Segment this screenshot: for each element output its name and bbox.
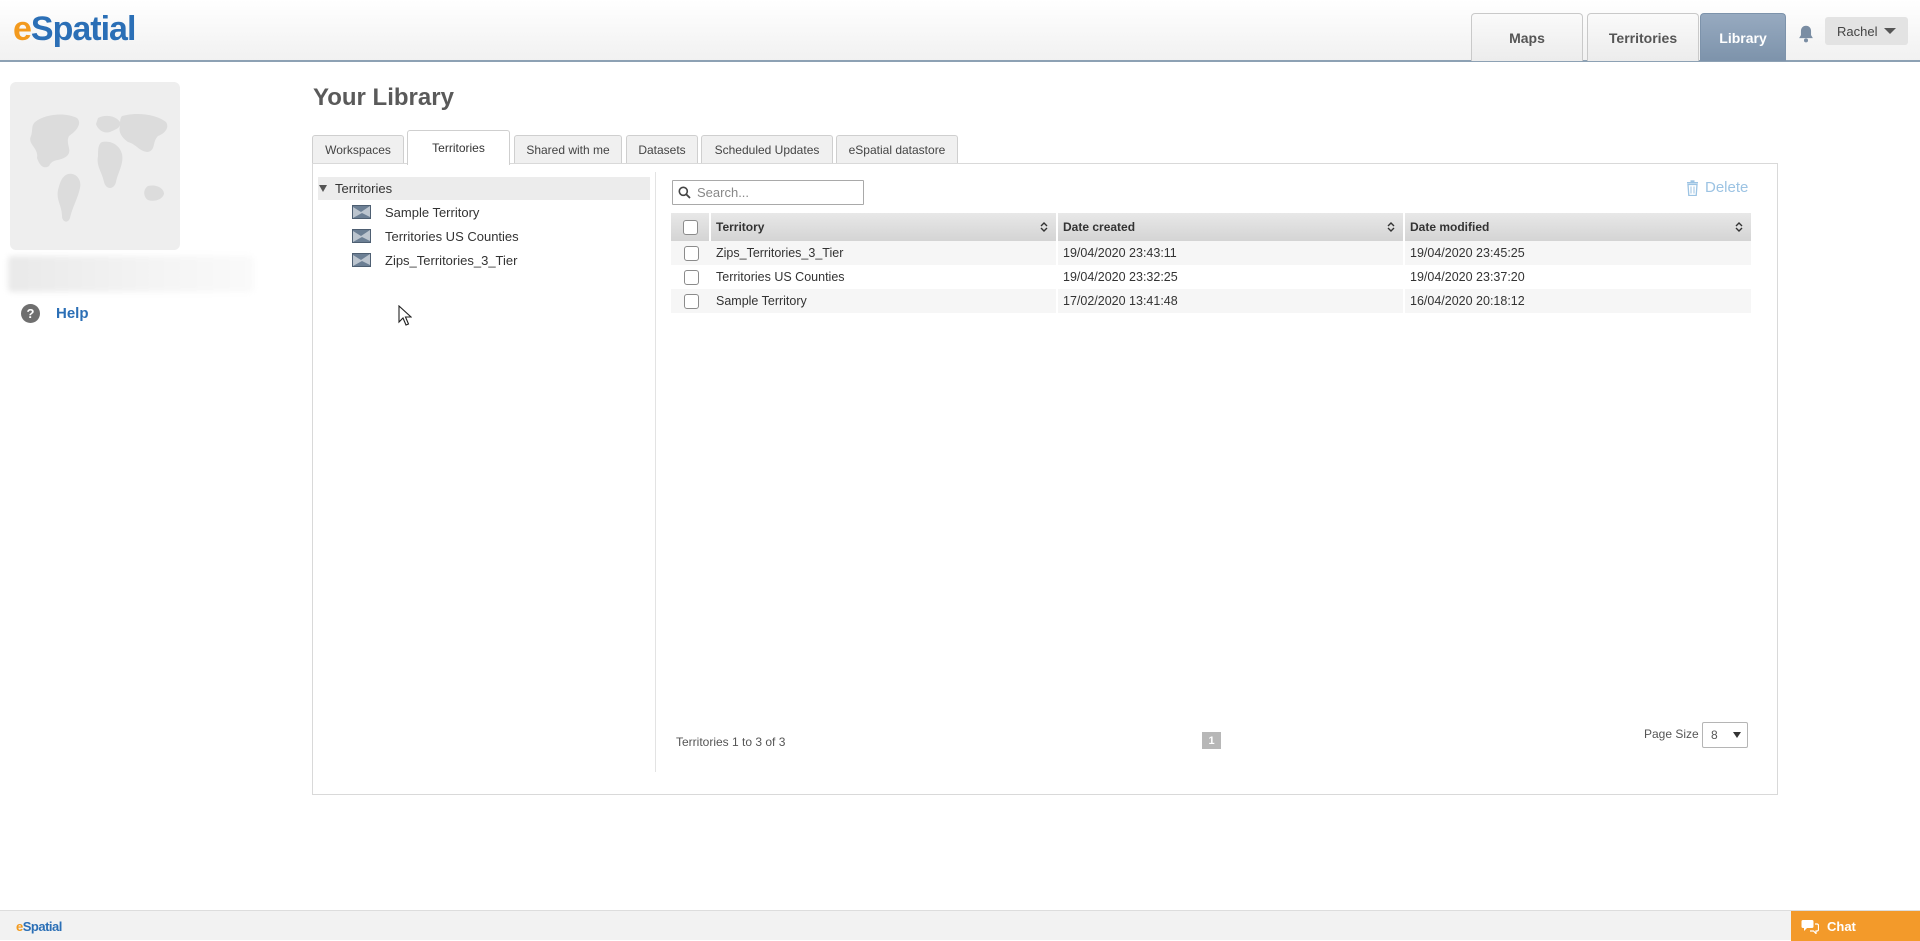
territory-icon [352, 205, 371, 219]
user-name: Rachel [1837, 23, 1878, 39]
table-row[interactable]: Zips_Territories_3_Tier 19/04/2020 23:43… [671, 241, 1751, 265]
panel-divider[interactable] [655, 172, 656, 772]
tab-territories[interactable]: Territories [407, 130, 510, 165]
mouse-cursor-icon [398, 305, 412, 326]
profile-world-map-image [10, 82, 180, 250]
tab-shared-with-me[interactable]: Shared with me [514, 135, 622, 164]
cell-date-modified: 16/04/2020 20:18:12 [1410, 294, 1525, 308]
user-menu-button[interactable]: Rachel [1825, 17, 1908, 45]
blurred-user-info [8, 256, 254, 292]
world-map-icon [30, 114, 168, 222]
chat-button[interactable]: Chat [1791, 911, 1920, 941]
page-title: Your Library [313, 84, 454, 111]
cell-date-modified: 19/04/2020 23:37:20 [1410, 270, 1525, 284]
search-input[interactable] [695, 184, 855, 201]
grid-record-count: Territories 1 to 3 of 3 [676, 735, 786, 749]
row-checkbox-cell [671, 289, 711, 313]
column-header-date-created[interactable]: Date created [1058, 213, 1405, 241]
page-size-label: Page Size [1644, 727, 1699, 741]
search-icon [678, 186, 691, 199]
tab-datasets[interactable]: Datasets [626, 135, 698, 164]
territory-icon [352, 229, 371, 243]
espatial-logo[interactable]: eSpatial [13, 10, 136, 49]
cell-date-created: 17/02/2020 13:41:48 [1058, 289, 1405, 313]
tab-scheduled-updates[interactable]: Scheduled Updates [701, 135, 833, 164]
nav-tab-territories[interactable]: Territories [1587, 13, 1699, 61]
row-checkbox-cell [671, 265, 711, 289]
table-row[interactable]: Sample Territory 17/02/2020 13:41:48 16/… [671, 289, 1751, 313]
app-header: eSpatial Maps Territories Library Rachel [0, 0, 1920, 62]
territory-icon [352, 253, 371, 267]
column-header-territory[interactable]: Territory [711, 213, 1058, 241]
tree-item-zips-territories-3-tier[interactable]: Zips_Territories_3_Tier [352, 249, 517, 271]
cell-territory: Sample Territory [711, 289, 1058, 313]
dropdown-arrow-icon [1733, 732, 1741, 738]
search-field[interactable] [672, 180, 864, 205]
column-header-date-modified[interactable]: Date modified [1405, 213, 1751, 241]
delete-button[interactable]: Delete [1686, 179, 1748, 196]
app-footer: eSpatial Chat [0, 910, 1920, 941]
sort-icon[interactable] [1735, 221, 1743, 233]
sort-icon[interactable] [1040, 221, 1048, 233]
nav-tab-library[interactable]: Library [1700, 13, 1786, 61]
tree-item-sample-territory[interactable]: Sample Territory [352, 201, 479, 223]
tab-espatial-datastore[interactable]: eSpatial datastore [836, 135, 958, 164]
expand-triangle-icon[interactable] [319, 185, 327, 192]
cell-territory: Territories US Counties [711, 265, 1058, 289]
help-link[interactable]: ? Help [21, 304, 89, 323]
select-all-checkbox[interactable] [682, 219, 698, 235]
select-all-cell [671, 213, 711, 241]
grid-body: Zips_Territories_3_Tier 19/04/2020 23:43… [671, 241, 1751, 313]
notification-bell-icon[interactable] [1795, 23, 1817, 45]
table-row[interactable]: Territories US Counties 19/04/2020 23:32… [671, 265, 1751, 289]
cell-territory: Zips_Territories_3_Tier [711, 241, 1058, 265]
chevron-down-icon [1884, 28, 1897, 34]
tree-root-territories[interactable]: Territories [318, 177, 650, 200]
sort-icon[interactable] [1387, 221, 1395, 233]
help-label: Help [56, 305, 89, 322]
grid-header-row: Territory Date created Date modified [671, 213, 1751, 241]
territories-grid: Territory Date created Date modified Zip… [671, 213, 1751, 313]
row-checkbox[interactable] [683, 293, 699, 309]
help-icon: ? [21, 304, 40, 323]
cell-date-created: 19/04/2020 23:43:11 [1058, 241, 1405, 265]
row-checkbox[interactable] [683, 269, 699, 285]
tab-workspaces[interactable]: Workspaces [312, 135, 404, 164]
tree-item-territories-us-counties[interactable]: Territories US Counties [352, 225, 519, 247]
row-checkbox-cell [671, 241, 711, 265]
trash-icon [1687, 179, 1698, 196]
page-size-select[interactable]: 8 [1702, 722, 1748, 748]
row-checkbox[interactable] [683, 245, 699, 261]
nav-tab-maps[interactable]: Maps [1471, 13, 1583, 61]
cell-date-modified: 19/04/2020 23:45:25 [1410, 246, 1525, 260]
footer-espatial-logo[interactable]: eSpatial [16, 919, 62, 934]
cell-date-created: 19/04/2020 23:32:25 [1058, 265, 1405, 289]
chat-bubble-icon [1801, 919, 1819, 934]
pagination-page-1[interactable]: 1 [1202, 732, 1221, 749]
